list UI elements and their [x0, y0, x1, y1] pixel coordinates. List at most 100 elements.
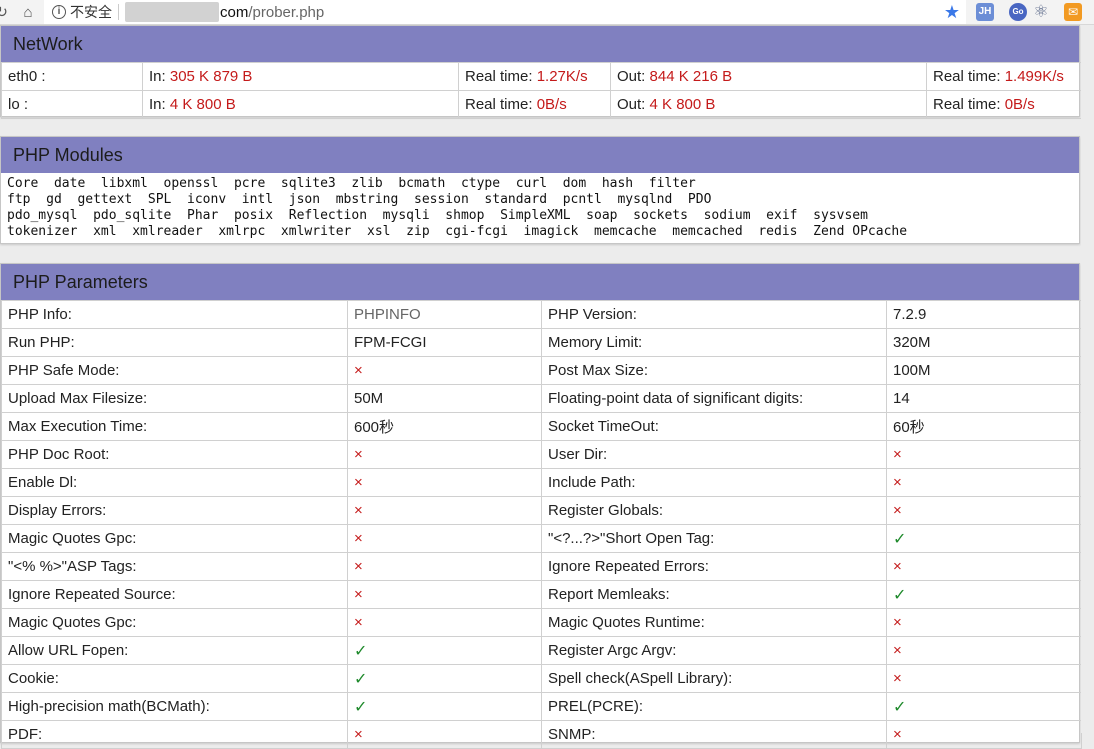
outbound-rate-value: 1.499K/s: [1004, 68, 1064, 85]
inbound-rate-label: Real time:: [465, 96, 537, 113]
outbound-cell: Out: 4 K 800 B: [610, 90, 927, 119]
module-line: ftp gd gettext SPL iconv intl json mbstr…: [7, 192, 712, 207]
cross-icon: ×: [886, 636, 1082, 665]
parameter-row: Max Execution Time: 600秒 Socket TimeOut: 60…: [1, 412, 1082, 441]
extension-go-icon[interactable]: Go: [1009, 3, 1027, 21]
check-icon: ✓: [347, 692, 542, 721]
parameter-label: Report Memleaks:: [541, 580, 887, 609]
inbound-rate-value: 1.27K/s: [536, 68, 588, 85]
home-icon[interactable]: ⌂: [18, 2, 38, 22]
parameter-label: Ignore Repeated Errors:: [541, 552, 887, 581]
extension-react-icon[interactable]: ⚛: [1032, 3, 1050, 21]
cross-icon: ×: [886, 496, 1082, 525]
interface-name: lo :: [1, 90, 143, 119]
network-panel: NetWork eth0 : In: 305 K 879 B Real time: …: [0, 25, 1082, 119]
parameter-label: PHP Safe Mode:: [1, 356, 348, 385]
inbound-value: 305 K 879 B: [169, 68, 253, 85]
parameter-row: Upload Max Filesize: 50M Floating-point da…: [1, 384, 1082, 413]
inbound-label: In:: [149, 68, 170, 85]
cross-icon: ×: [886, 608, 1082, 637]
parameter-row: PDF: × SNMP: ×: [1, 720, 1082, 749]
cross-icon: ×: [886, 664, 1082, 693]
parameter-label: Spell check(ASpell Library):: [541, 664, 887, 693]
parameter-value: 100M: [886, 356, 1082, 385]
inbound-rate-label: Real time:: [465, 68, 537, 85]
parameter-label: PHP Info:: [1, 300, 348, 329]
modules-panel: PHP Modules Core date libxml openssl pcr…: [0, 136, 1080, 244]
parameter-label: "<% %>"ASP Tags:: [1, 552, 348, 581]
parameter-row: PHP Safe Mode: × Post Max Size: 100M: [1, 356, 1082, 385]
modules-title: PHP Modules: [1, 137, 1079, 173]
inbound-rate-value: 0B/s: [536, 96, 567, 113]
outbound-value: 844 K 216 B: [649, 68, 733, 85]
outbound-rate-label: Real time:: [933, 68, 1005, 85]
inbound-cell: In: 4 K 800 B: [142, 90, 459, 119]
security-label[interactable]: 不安全: [70, 2, 112, 22]
parameters-panel: PHP Parameters PHP Info: PHPINFO PHP Versi…: [0, 263, 1082, 749]
cross-icon: ×: [886, 468, 1082, 497]
parameter-label: User Dir:: [541, 440, 887, 469]
inbound-rate-cell: Real time: 1.27K/s: [458, 62, 611, 91]
inbound-label: In:: [149, 96, 170, 113]
extension-mail-icon[interactable]: ✉: [1064, 3, 1082, 21]
parameter-label: Include Path:: [541, 468, 887, 497]
parameter-label: Magic Quotes Gpc:: [1, 524, 348, 553]
check-icon: ✓: [347, 636, 542, 665]
cross-icon: ×: [886, 552, 1082, 581]
module-line: Core date libxml openssl pcre sqlite3 zl…: [7, 176, 696, 191]
phpinfo-link[interactable]: PHPINFO: [347, 300, 542, 329]
parameter-row: Display Errors: × Register Globals: ×: [1, 496, 1082, 525]
address-divider: [118, 4, 119, 20]
parameter-label: Enable Dl:: [1, 468, 348, 497]
parameter-label: Run PHP:: [1, 328, 348, 357]
bookmark-star-icon[interactable]: ★: [944, 1, 960, 23]
parameter-row: Magic Quotes Gpc: × "<?...?>"Short Open Ta…: [1, 524, 1082, 553]
parameter-label: Max Execution Time:: [1, 412, 348, 441]
inbound-value: 4 K 800 B: [169, 96, 236, 113]
outbound-value: 4 K 800 B: [649, 96, 716, 113]
address-bar[interactable]: i 不安全 com/prober.php ★: [44, 0, 966, 24]
parameter-label: Magic Quotes Gpc:: [1, 608, 348, 637]
cross-icon: ×: [347, 552, 542, 581]
parameter-label: Allow URL Fopen:: [1, 636, 348, 665]
parameter-value: 14: [886, 384, 1082, 413]
cross-icon: ×: [347, 468, 542, 497]
parameters-title: PHP Parameters: [1, 264, 1079, 300]
parameter-label: High-precision math(BCMath):: [1, 692, 348, 721]
parameter-label: Floating-point data of significant digit…: [541, 384, 887, 413]
outbound-label: Out:: [617, 96, 650, 113]
outbound-rate-value: 0B/s: [1004, 96, 1035, 113]
parameter-label: Ignore Repeated Source:: [1, 580, 348, 609]
url-text[interactable]: com/prober.php: [220, 4, 324, 21]
cross-icon: ×: [347, 580, 542, 609]
parameter-row: Magic Quotes Gpc: × Magic Quotes Runtime: ×: [1, 608, 1082, 637]
outbound-rate-label: Real time:: [933, 96, 1005, 113]
module-line: tokenizer xml xmlreader xmlrpc xmlwriter…: [7, 224, 908, 239]
check-icon: ✓: [886, 524, 1082, 553]
parameter-row: PHP Info: PHPINFO PHP Version: 7.2.9: [1, 300, 1082, 329]
outbound-rate-cell: Real time: 0B/s: [926, 90, 1082, 119]
check-icon: ✓: [886, 580, 1082, 609]
cross-icon: ×: [347, 608, 542, 637]
parameter-label: Upload Max Filesize:: [1, 384, 348, 413]
cross-icon: ×: [347, 720, 542, 749]
extension-jh-icon[interactable]: JH: [976, 3, 994, 21]
parameter-label: PDF:: [1, 720, 348, 749]
parameter-value: 320M: [886, 328, 1082, 357]
network-table: eth0 : In: 305 K 879 B Real time: 1.27K/s O…: [1, 62, 1082, 119]
parameter-label: PHP Doc Root:: [1, 440, 348, 469]
parameter-label: Magic Quotes Runtime:: [541, 608, 887, 637]
parameter-row: High-precision math(BCMath): ✓ PREL(PCRE):…: [1, 692, 1082, 721]
parameter-label: Cookie:: [1, 664, 348, 693]
outbound-cell: Out: 844 K 216 B: [610, 62, 927, 91]
cross-icon: ×: [347, 524, 542, 553]
parameter-label: Memory Limit:: [541, 328, 887, 357]
parameter-row: PHP Doc Root: × User Dir: ×: [1, 440, 1082, 469]
parameter-value: 50M: [347, 384, 542, 413]
browser-toolbar: ↻ ⌂ i 不安全 com/prober.php ★ JH Go ⚛ ✉: [0, 0, 1094, 25]
outbound-rate-cell: Real time: 1.499K/s: [926, 62, 1082, 91]
parameter-value: 60秒: [886, 412, 1082, 441]
info-icon[interactable]: i: [52, 5, 66, 19]
reload-icon[interactable]: ↻: [0, 2, 8, 22]
outbound-label: Out:: [617, 68, 650, 85]
